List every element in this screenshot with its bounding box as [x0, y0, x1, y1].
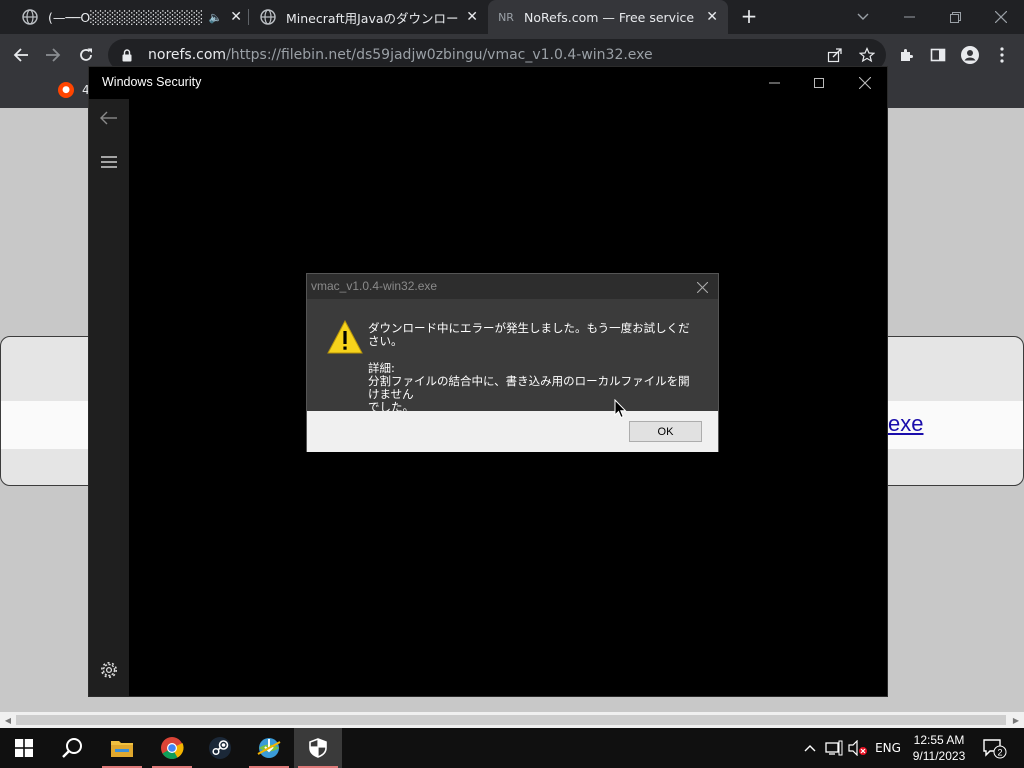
tab-separator [248, 9, 249, 25]
url-host: norefs.com [148, 47, 227, 63]
volume-muted-icon[interactable] [846, 728, 870, 768]
close-window-icon[interactable] [842, 67, 888, 99]
horizontal-scrollbar[interactable]: ◀ ▶ [0, 712, 1024, 728]
forward-icon[interactable] [40, 42, 66, 68]
profile-icon[interactable] [957, 42, 983, 68]
ws-titlebar[interactable]: Windows Security [89, 67, 887, 99]
clock-date: 9/11/2023 [912, 749, 966, 763]
extensions-icon[interactable] [893, 42, 919, 68]
reddit-icon: ● [58, 82, 74, 98]
network-icon[interactable] [822, 728, 846, 768]
new-tab-button[interactable]: + [738, 5, 760, 27]
restore-icon[interactable] [932, 0, 978, 34]
scroll-left-icon[interactable]: ◀ [0, 712, 16, 728]
gear-icon[interactable] [97, 658, 121, 682]
side-panel-icon[interactable] [925, 42, 951, 68]
maximize-icon[interactable] [796, 67, 842, 99]
tab-title: (—──O░░░░░░░░░░░░░_ [48, 9, 203, 25]
bookmark-item[interactable]: ● 4 [58, 82, 90, 98]
dialog-titlebar[interactable]: vmac_v1.0.4-win32.exe [307, 274, 718, 299]
detail-line-1: 分割ファイルの結合中に、書き込み用のローカルファイルを開けません [368, 374, 690, 401]
back-arrow-icon[interactable] [97, 106, 121, 130]
clock[interactable]: 12:55 AM 9/11/2023 [906, 732, 972, 764]
tab-title: Minecraft用Javaのダウンロード（推 [286, 10, 459, 26]
tab-minecraft[interactable]: Minecraft用Javaのダウンロード（推 ✕ [250, 0, 488, 34]
start-button[interactable] [0, 728, 48, 768]
browser-tab-strip: (—──O░░░░░░░░░░░░░_ 🔈 ✕ Minecraft用Javaのダ… [0, 0, 1024, 34]
back-icon[interactable] [8, 42, 34, 68]
close-window-icon[interactable] [978, 0, 1024, 34]
url-path: /https://filebin.net/ds59jadjw0zbingu/vm… [226, 47, 653, 63]
warning-icon [327, 319, 363, 354]
reload-icon[interactable] [73, 42, 99, 68]
globe-icon [22, 9, 38, 25]
error-message: ダウンロード中にエラーが発生しました。もう一度お試しください。 [368, 321, 690, 348]
scroll-right-icon[interactable]: ▶ [1008, 712, 1024, 728]
close-icon[interactable]: ✕ [230, 9, 242, 25]
ws-sidebar [89, 99, 129, 696]
file-explorer-icon[interactable] [98, 728, 146, 768]
show-hidden-icons-icon[interactable] [800, 728, 820, 768]
error-dialog: vmac_v1.0.4-win32.exe ダウンロード中にエラーが発生しました… [306, 273, 719, 452]
notification-center-icon[interactable]: 2 [978, 728, 1010, 768]
close-icon[interactable] [692, 277, 712, 297]
lock-icon[interactable] [122, 48, 136, 62]
tab-search-icon[interactable] [840, 0, 886, 34]
chrome-icon[interactable] [148, 728, 196, 768]
ws-title: Windows Security [102, 75, 202, 89]
close-icon[interactable]: ✕ [706, 9, 718, 25]
globe-icon [260, 9, 276, 25]
minimize-icon[interactable] [886, 0, 932, 34]
mouse-cursor-icon [614, 398, 628, 419]
tab-audio[interactable]: (—──O░░░░░░░░░░░░░_ 🔈 ✕ [12, 0, 252, 34]
tab-title: NoRefs.com — Free service to re [524, 9, 698, 25]
scrollbar-thumb[interactable] [16, 715, 1006, 725]
ok-button[interactable]: OK [629, 421, 702, 442]
download-link[interactable]: exe [888, 411, 923, 437]
windows-security-taskbar-icon[interactable] [294, 728, 342, 768]
search-icon[interactable] [48, 728, 96, 768]
steam-icon[interactable] [196, 728, 244, 768]
menu-kebab-icon[interactable] [989, 42, 1015, 68]
tab-norefs[interactable]: NR NoRefs.com — Free service to re ✕ [488, 0, 728, 34]
dialog-title: vmac_v1.0.4-win32.exe [311, 279, 438, 293]
dialog-footer: OK [307, 411, 718, 452]
download-manager-icon[interactable] [245, 728, 293, 768]
dialog-message: ダウンロード中にエラーが発生しました。もう一度お試しください。 詳細: 分割ファ… [368, 322, 698, 414]
hamburger-menu-icon[interactable] [97, 150, 121, 174]
minimize-icon[interactable] [751, 67, 797, 99]
speaker-icon[interactable]: 🔈 [209, 11, 223, 24]
language-indicator[interactable]: ENG [872, 728, 904, 768]
norefs-favicon: NR [498, 10, 514, 24]
notification-count: 2 [997, 748, 1002, 758]
close-icon[interactable]: ✕ [466, 9, 478, 25]
taskbar: ENG 12:55 AM 9/11/2023 2 [0, 728, 1024, 768]
clock-time: 12:55 AM [913, 733, 965, 747]
